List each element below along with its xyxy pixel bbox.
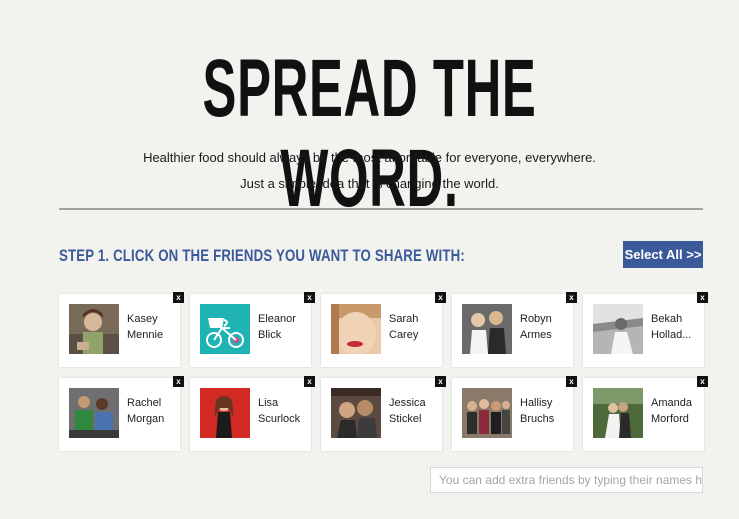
friend-name: Amanda Morford — [651, 395, 703, 427]
friend-last-name: Hollad... — [651, 329, 692, 341]
page-title: SPREAD THE WORD. — [202, 43, 537, 224]
remove-friend-icon[interactable]: x — [304, 376, 315, 387]
remove-friend-icon[interactable]: x — [566, 376, 577, 387]
friend-card[interactable]: Eleanor Blick x — [190, 292, 315, 367]
friend-card[interactable]: Bekah Hollad... x — [583, 292, 708, 367]
friend-first-name: Rachel — [127, 397, 162, 409]
friend-first-name: Amanda — [651, 397, 692, 409]
remove-friend-icon[interactable]: x — [304, 292, 315, 303]
friend-first-name: Jessica — [389, 397, 426, 409]
friend-card[interactable]: Hallisy Bruchs x — [452, 376, 577, 451]
remove-friend-icon[interactable]: x — [173, 292, 184, 303]
friend-last-name: Morgan — [127, 413, 165, 425]
tagline-line-2: Just a simple idea that is changing the … — [240, 176, 499, 191]
divider — [59, 208, 703, 210]
step-heading: STEP 1. CLICK ON THE FRIENDS YOU WANT TO… — [59, 246, 465, 265]
friend-card[interactable]: Amanda Morford x — [583, 376, 708, 451]
remove-friend-icon[interactable]: x — [173, 376, 184, 387]
tagline-line-1: Healthier food should always be the most… — [143, 150, 596, 165]
friend-card[interactable]: Lisa Scurlock x — [190, 376, 315, 451]
friend-last-name: Stickel — [389, 413, 422, 425]
friend-last-name: Armes — [520, 329, 552, 341]
friend-name: Hallisy Bruchs — [520, 395, 572, 427]
friend-last-name: Blick — [258, 329, 282, 341]
friend-first-name: Bekah — [651, 313, 683, 325]
friend-first-name: Robyn — [520, 313, 552, 325]
friend-last-name: Scurlock — [258, 413, 301, 425]
friend-last-name: Carey — [389, 329, 419, 341]
friend-name: Sarah Carey — [389, 311, 441, 343]
remove-friend-icon[interactable]: x — [566, 292, 577, 303]
friend-name: Eleanor Blick — [258, 311, 310, 343]
friend-last-name: Bruchs — [520, 413, 555, 425]
extra-friends-input[interactable] — [430, 467, 703, 493]
friend-photo — [462, 388, 512, 438]
friend-first-name: Lisa — [258, 397, 279, 409]
friend-photo — [200, 304, 250, 354]
remove-friend-icon[interactable]: x — [435, 376, 446, 387]
friend-card[interactable]: Jessica Stickel x — [321, 376, 446, 451]
friend-photo — [69, 388, 119, 438]
remove-friend-icon[interactable]: x — [435, 292, 446, 303]
friend-name: Robyn Armes — [520, 311, 572, 343]
remove-friend-icon[interactable]: x — [697, 292, 708, 303]
friend-last-name: Mennie — [127, 329, 164, 341]
friend-name: Bekah Hollad... — [651, 311, 703, 343]
friend-photo — [331, 388, 381, 438]
friend-name: Kasey Mennie — [127, 311, 179, 343]
friend-photo — [593, 388, 643, 438]
friend-last-name: Morford — [651, 413, 689, 425]
friend-name: Rachel Morgan — [127, 395, 179, 427]
friend-photo — [69, 304, 119, 354]
friend-name: Jessica Stickel — [389, 395, 441, 427]
friend-first-name: Eleanor — [258, 313, 296, 325]
friend-photo — [593, 304, 643, 354]
friend-first-name: Hallisy — [520, 397, 553, 409]
friend-card[interactable]: Robyn Armes x — [452, 292, 577, 367]
friend-first-name: Kasey — [127, 313, 158, 325]
select-all-button[interactable]: Select All >> — [623, 241, 703, 268]
friend-photo — [200, 388, 250, 438]
remove-friend-icon[interactable]: x — [697, 376, 708, 387]
friend-name: Lisa Scurlock — [258, 395, 310, 427]
friend-card[interactable]: Kasey Mennie x — [59, 292, 184, 367]
friend-first-name: Sarah — [389, 313, 419, 325]
friend-card[interactable]: Sarah Carey x — [321, 292, 446, 367]
friend-photo — [462, 304, 512, 354]
friend-photo — [331, 304, 381, 354]
friend-card[interactable]: Rachel Morgan x — [59, 376, 184, 451]
